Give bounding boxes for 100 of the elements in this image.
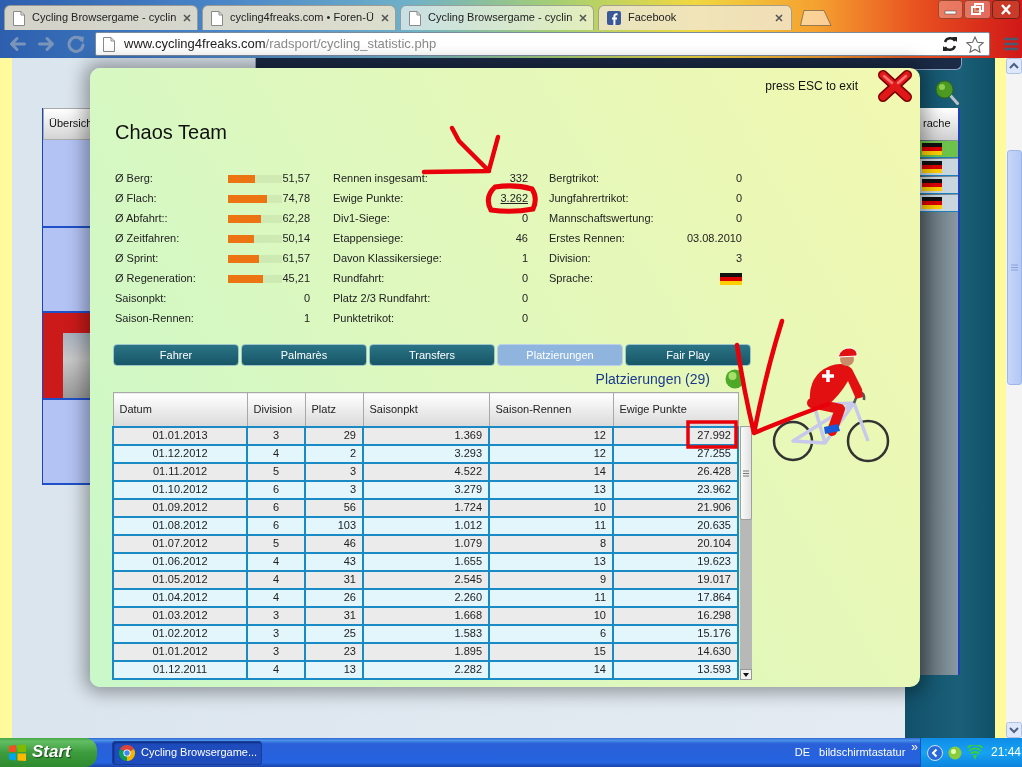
stat-label: Ø Flach: <box>115 192 158 206</box>
team-name: Chaos Team <box>115 120 228 144</box>
stat-label: Division: <box>549 252 592 266</box>
tab[interactable]: Palmarès <box>241 344 367 366</box>
close-icon[interactable] <box>579 14 588 22</box>
stat-value: 3 <box>735 252 742 266</box>
stat-label: Saison-Rennen: <box>115 312 195 326</box>
stat-label: Saisonpkt: <box>115 292 168 306</box>
close-icon[interactable] <box>878 70 912 102</box>
browser-icon <box>119 744 135 761</box>
restore-button[interactable] <box>964 0 991 19</box>
table-heading: Platzierungen (29) <box>595 370 710 388</box>
scroll-up-button[interactable] <box>1006 58 1022 74</box>
stat-label: Mannschaftswertung: <box>549 212 655 226</box>
scrollbar-thumb[interactable] <box>1006 150 1022 385</box>
url-text: www.cycling4freaks.com/radsport/cycling_statistic.php <box>124 36 437 52</box>
page-icon <box>13 10 25 26</box>
column-header: Saison-Rennen <box>489 392 613 427</box>
star-icon[interactable] <box>966 35 984 53</box>
list-row[interactable] <box>920 141 958 158</box>
browser-tab[interactable]: cycling4freaks.com • Foren-Ü <box>202 5 396 30</box>
flag-icon <box>922 143 942 155</box>
stat-value: 51,57 <box>282 172 310 186</box>
stat-value: 03.08.2010 <box>686 232 742 246</box>
scrollbar-thumb[interactable] <box>740 426 752 520</box>
flag-icon <box>922 197 942 209</box>
ball-icon[interactable] <box>725 369 745 389</box>
search-icon[interactable] <box>935 80 959 105</box>
tab[interactable]: Fair Play <box>625 344 751 366</box>
stat-value: 0 <box>521 212 528 226</box>
stat-value: 0 <box>735 212 742 226</box>
table-cell: 27.992 <box>613 426 738 445</box>
stat-label: Davon Klassikersiege: <box>333 252 443 266</box>
column-header: Datum <box>113 392 247 427</box>
language-indicator[interactable]: DE <box>794 745 811 760</box>
close-icon[interactable] <box>380 14 389 22</box>
page-icon <box>211 10 223 26</box>
stat-label: Platz 2/3 Rundfahrt: <box>333 292 432 306</box>
column-header: Platz <box>305 392 363 427</box>
flag-icon <box>720 273 742 285</box>
close-icon[interactable] <box>183 14 192 22</box>
exit-hint: press ESC to exit <box>765 79 858 93</box>
clock: 21:44 <box>991 745 1022 760</box>
stat-label: Rennen insgesamt: <box>333 172 429 186</box>
stat-label: Ø Zeitfahren: <box>115 232 181 246</box>
flag-icon <box>922 161 942 173</box>
toolbar-label: bildschirmtastatur <box>819 745 906 760</box>
list-row[interactable] <box>920 195 958 212</box>
new-tab-button[interactable] <box>800 10 832 26</box>
start-button[interactable]: Start <box>0 738 97 767</box>
scroll-down-button[interactable] <box>740 668 752 680</box>
grip-icon <box>743 469 749 477</box>
panel-header: rache <box>920 108 958 140</box>
browser-tab[interactable]: Cycling Browsergame - cyclin <box>400 5 594 30</box>
stat-value: 0 <box>303 292 310 306</box>
stat-label: Rundfahrt: <box>333 272 386 286</box>
stat-label: Div1-Siege: <box>333 212 391 226</box>
taskbar-button[interactable]: Cycling Browsergame... <box>112 740 262 765</box>
list-row[interactable] <box>920 177 958 194</box>
stat-label: Ø Sprint: <box>115 252 160 266</box>
stat-label: Sprache: <box>549 272 595 286</box>
browser-tab[interactable]: Cycling Browsergame - cyclin <box>4 5 198 30</box>
browser-tab[interactable]: Facebook <box>598 5 792 30</box>
scribbled-frame <box>686 420 738 449</box>
stat-value: 74,78 <box>282 192 310 206</box>
stat-label: Bergtrikot: <box>549 172 601 186</box>
stat-label: Ø Abfahrt:: <box>115 212 169 226</box>
column-header: Ewige Punkte <box>613 392 738 427</box>
tab[interactable]: Fahrer <box>113 344 239 366</box>
address-field[interactable]: www.cycling4freaks.com/radsport/cycling_statistic.php <box>95 32 990 56</box>
close-icon[interactable] <box>775 14 783 22</box>
stat-label: Etappensiege: <box>333 232 405 246</box>
stat-value: 0 <box>735 192 742 206</box>
facebook-icon <box>607 11 621 25</box>
stat-value: 0 <box>521 292 528 306</box>
stat-label: Punktetrikot: <box>333 312 396 326</box>
stat-link[interactable]: 3.262 <box>500 192 528 206</box>
start-logo-icon <box>8 744 27 761</box>
stat-label: Ø Berg: <box>115 172 154 186</box>
minimize-button[interactable] <box>938 0 963 19</box>
stat-value: 50,14 <box>282 232 310 246</box>
table-cell: 29 <box>305 426 363 445</box>
status-icon[interactable] <box>948 745 962 760</box>
tab[interactable]: Transfers <box>369 344 495 366</box>
list-row[interactable] <box>920 159 958 176</box>
stat-value: 61,57 <box>282 252 310 266</box>
column-header: Division <box>247 392 305 427</box>
sync-icon[interactable] <box>942 36 958 52</box>
grip-icon <box>1010 264 1018 271</box>
column-header: Saisonpkt <box>363 392 489 427</box>
stat-value: 332 <box>509 172 528 186</box>
expand-button[interactable]: » <box>911 741 918 753</box>
page-icon <box>103 36 115 52</box>
stat-value: 45,21 <box>282 272 310 286</box>
close-button[interactable] <box>992 0 1020 19</box>
stat-value: 0 <box>521 312 528 326</box>
table-cell: 01.01.2013 <box>113 426 247 445</box>
page-icon <box>409 10 421 26</box>
stat-value: 0 <box>521 272 528 286</box>
stat-label: Erstes Rennen: <box>549 232 626 246</box>
